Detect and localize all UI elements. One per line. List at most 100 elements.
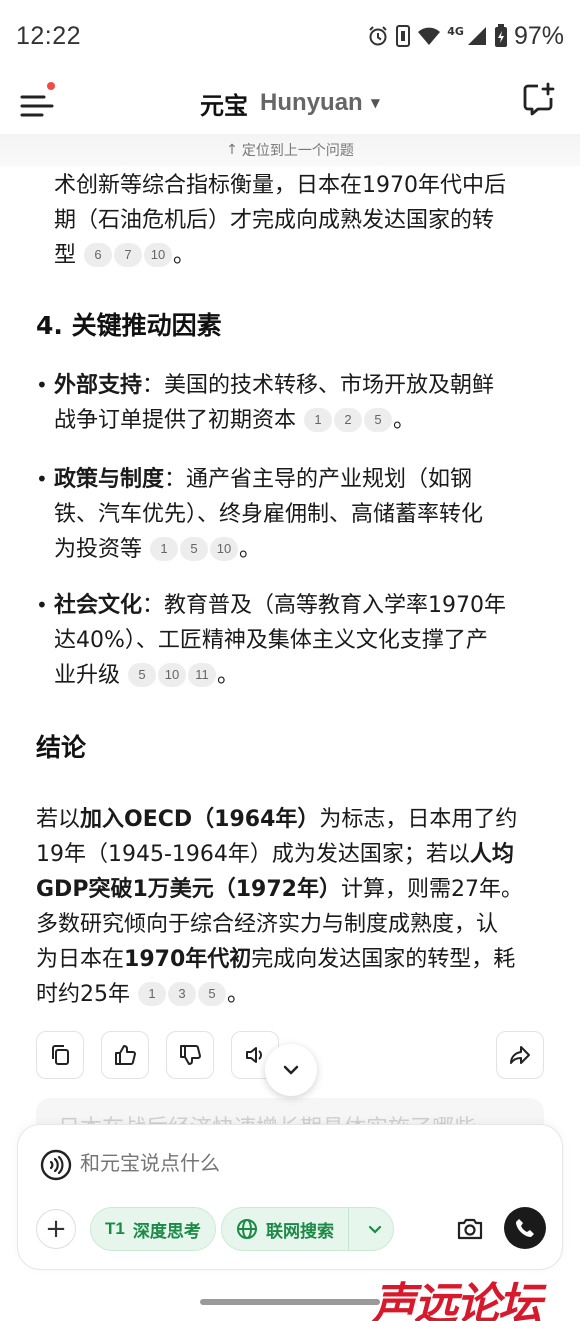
locate-label: 定位到上一个问题: [241, 143, 354, 159]
citation-badge[interactable]: 5: [198, 982, 226, 1006]
citation-badge[interactable]: 1: [304, 408, 333, 432]
voice-wave-icon: [40, 1149, 72, 1181]
text-line: 为日本在1970年代初完成向发达国家的转型，耗: [36, 942, 556, 977]
text-line: 业升级 5 10 11。: [54, 658, 550, 693]
web-search-toggle[interactable]: 联网搜索: [221, 1207, 394, 1251]
citation-badge[interactable]: 10: [210, 537, 239, 561]
network-type: 4G: [447, 24, 464, 38]
model-selector[interactable]: 元宝 Hunyuan ▼: [200, 86, 380, 121]
voice-call-button[interactable]: [504, 1207, 546, 1249]
citation-badge[interactable]: 5: [364, 408, 393, 432]
text-fragment: 为日本在: [36, 947, 125, 972]
text-line: 政策与制度：通产省主导的产业规划（如钢: [54, 462, 550, 497]
text-fragment: ：通产省主导的产业规划（如钢: [164, 467, 473, 492]
text-fragment: 为标志，日本用了约: [319, 807, 518, 832]
app-title: 元宝: [200, 91, 249, 120]
menu-icon: [20, 95, 54, 117]
battery-level: 97%: [513, 21, 564, 50]
thumbs-up-icon: [115, 1045, 136, 1065]
text-fragment: 。: [217, 663, 240, 688]
bold-fragment: 1970年代初: [124, 947, 252, 972]
web-search-label: 联网搜索: [266, 1221, 334, 1242]
text-line: 期（石油危机后）才完成向成熟发达国家的转: [54, 208, 495, 233]
pill-divider: [348, 1207, 349, 1251]
intro-paragraph: 术创新等综合指标衡量，日本在1970年代中后 期（石油危机后）才完成向成熟发达国…: [54, 168, 554, 273]
alarm-icon: [369, 26, 387, 46]
text-line: 若以加入OECD（1964年）为标志，日本用了约: [36, 802, 556, 837]
text-line: GDP突破1万美元（1972年）计算，则需27年。: [36, 872, 556, 907]
speaker-icon: [246, 1047, 262, 1063]
text-line: 为投资等 1 5 10。: [54, 532, 550, 567]
text-fragment: 型: [54, 243, 77, 268]
camera-icon: [457, 1218, 483, 1240]
scroll-to-bottom-button[interactable]: [265, 1044, 317, 1096]
text-fragment: 计算，则需27年。: [340, 877, 523, 902]
locate-previous-question[interactable]: ↑ 定位到上一个问题: [0, 134, 580, 166]
text-fragment: 时约25年: [36, 982, 130, 1007]
wifi-icon: [418, 27, 441, 45]
bullet-label: 外部支持: [54, 373, 143, 398]
bold-fragment: GDP突破1万美元（1972年）: [36, 877, 341, 902]
text-fragment: 为投资等: [54, 537, 143, 562]
text-fragment: 若以: [36, 807, 81, 832]
conclusion-heading: 结论: [36, 733, 87, 762]
message-input[interactable]: [80, 1151, 480, 1175]
copy-icon: [52, 1045, 69, 1065]
section-heading: 4. 关键推动因素: [36, 311, 222, 340]
forum-watermark: 声远论坛: [372, 1279, 542, 1321]
bullet-label: 社会文化: [54, 593, 143, 618]
deep-think-label: 深度思考: [132, 1221, 201, 1242]
citation-badge[interactable]: 2: [334, 408, 363, 432]
add-attachment-button[interactable]: +: [36, 1209, 76, 1249]
dislike-button[interactable]: [166, 1031, 214, 1079]
globe-icon: [237, 1219, 257, 1239]
citation-badge[interactable]: 5: [180, 537, 209, 561]
text-fragment: 战争订单提供了初期资本: [54, 408, 297, 433]
text-line: 型 6 7 10。: [54, 238, 554, 273]
new-chat-icon: [523, 82, 555, 116]
share-icon: [510, 1046, 530, 1064]
text-line: 时约25年 1 3 5。: [36, 977, 556, 1012]
input-panel: + T1 深度思考 联网搜索: [18, 1125, 562, 1269]
like-button[interactable]: [101, 1031, 149, 1079]
status-time: 12:22: [16, 21, 82, 50]
app-header: 元宝 Hunyuan ▼: [0, 72, 580, 134]
share-button[interactable]: [496, 1031, 544, 1079]
caret-down-icon: ▼: [370, 96, 380, 110]
text-fragment: 。: [393, 408, 416, 433]
home-indicator[interactable]: [200, 1299, 380, 1305]
text-fragment: 完成向发达国家的转型，耗: [251, 947, 516, 972]
copy-button[interactable]: [36, 1031, 84, 1079]
plus-icon: +: [45, 1214, 67, 1244]
citation-badge[interactable]: 1: [150, 537, 179, 561]
deep-think-toggle[interactable]: T1 深度思考: [90, 1207, 216, 1251]
camera-button[interactable]: [450, 1209, 490, 1249]
model-name: Hunyuan: [260, 89, 363, 116]
text-line: 铁、汽车优先）、终身雇佣制、高储蓄率转化: [54, 502, 484, 527]
chevron-down-icon: [283, 1065, 299, 1075]
new-chat-button[interactable]: [522, 82, 556, 116]
citation-badge[interactable]: 7: [114, 243, 143, 267]
voice-input-button[interactable]: [40, 1149, 72, 1181]
citation-badge[interactable]: 10: [158, 663, 187, 687]
citation-badge[interactable]: 5: [128, 663, 157, 687]
text-line: 19年（1945-1964年）成为发达国家；若以人均: [36, 837, 556, 872]
signal-icon: [467, 27, 486, 45]
thumbs-down-icon: [180, 1045, 201, 1065]
chevron-down-icon[interactable]: [357, 1221, 393, 1237]
citation-badge[interactable]: 1: [138, 982, 166, 1006]
bullet-item: 社会文化：教育普及（高等教育入学率1970年 达40%）、工匠精神及集体主义文化…: [0, 588, 580, 693]
notification-dot: [47, 82, 55, 90]
status-icons: 4G 97%: [367, 22, 564, 51]
citation-badge[interactable]: 10: [144, 243, 173, 267]
menu-button[interactable]: [20, 82, 60, 122]
citation-badge[interactable]: 3: [168, 982, 196, 1006]
battery-icon: [494, 24, 507, 47]
citation-badge[interactable]: 11: [188, 663, 217, 687]
citation-badge[interactable]: 6: [84, 243, 113, 267]
text-line: 多数研究倾向于综合经济实力与制度成熟度，认: [36, 912, 499, 937]
text-line: 达40%）、工匠精神及集体主义文化支撑了产: [54, 628, 488, 653]
phone-icon: [516, 1219, 534, 1237]
arrow-up-icon: ↑: [226, 142, 238, 158]
text-line: 外部支持：美国的技术转移、市场开放及朝鲜: [54, 368, 550, 403]
